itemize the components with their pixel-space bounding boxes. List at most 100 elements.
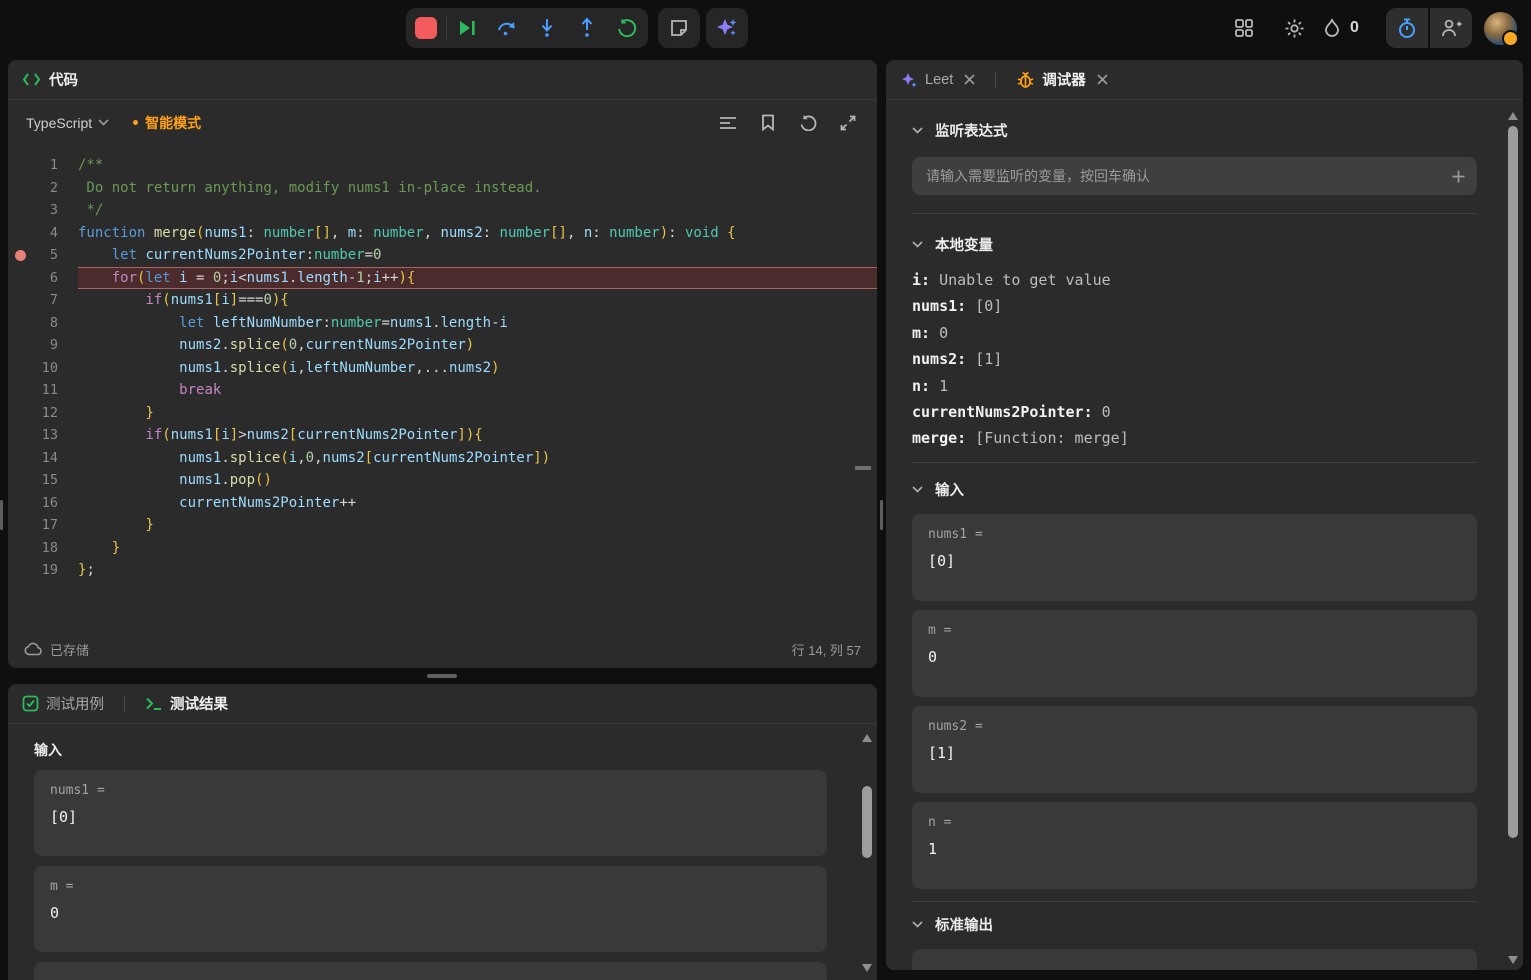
format-lines-icon xyxy=(719,116,737,130)
line-gutter[interactable]: 11 xyxy=(8,379,78,402)
layout-button[interactable] xyxy=(1224,8,1264,48)
line-gutter[interactable]: 2 xyxy=(8,177,78,200)
panel-split-handle[interactable] xyxy=(880,500,883,530)
close-icon[interactable] xyxy=(964,74,975,85)
code-line-19[interactable]: 19}; xyxy=(8,559,877,582)
local-variable-m[interactable]: m: 0 xyxy=(912,320,1477,346)
line-gutter[interactable]: 1 xyxy=(8,154,78,177)
code-line-18[interactable]: 18 } xyxy=(8,537,877,560)
tab-testcases[interactable]: 测试用例 xyxy=(22,693,104,714)
breakpoint-dot[interactable] xyxy=(8,250,32,261)
notes-button[interactable] xyxy=(658,8,700,48)
invite-button[interactable] xyxy=(1430,8,1472,48)
code-line-4[interactable]: 4function merge(nums1: number[], m: numb… xyxy=(8,222,877,245)
reset-code-button[interactable] xyxy=(791,107,825,139)
io-card[interactable]: nums1 =[0] xyxy=(34,770,827,856)
left-edge-handle[interactable] xyxy=(0,500,3,530)
format-button[interactable] xyxy=(711,107,745,139)
line-gutter[interactable]: 4 xyxy=(8,222,78,245)
line-gutter[interactable]: 15 xyxy=(8,469,78,492)
test-scrollbar[interactable] xyxy=(861,734,873,972)
ai-assistant-button[interactable] xyxy=(706,8,748,48)
stop-button[interactable] xyxy=(406,8,446,48)
scroll-down-icon[interactable] xyxy=(1508,956,1518,964)
code-line-3[interactable]: 3 */ xyxy=(8,199,877,222)
step-out-button[interactable] xyxy=(567,8,607,48)
code-line-2[interactable]: 2 Do not return anything, modify nums1 i… xyxy=(8,177,877,200)
expand-button[interactable] xyxy=(831,107,865,139)
bookmark-button[interactable] xyxy=(751,107,785,139)
scroll-up-icon[interactable] xyxy=(862,734,872,742)
code-line-16[interactable]: 16 currentNums2Pointer++ xyxy=(8,492,877,515)
line-gutter[interactable]: 6 xyxy=(8,267,78,290)
test-card-partial[interactable] xyxy=(34,962,827,980)
scroll-down-icon[interactable] xyxy=(862,964,872,972)
line-gutter[interactable]: 17 xyxy=(8,514,78,537)
line-gutter[interactable]: 9 xyxy=(8,334,78,357)
language-selector[interactable]: TypeScript xyxy=(20,111,115,135)
code-line-14[interactable]: 14 nums1.splice(i,0,nums2[currentNums2Po… xyxy=(8,447,877,470)
code-line-8[interactable]: 8 let leftNumNumber:number=nums1.length-… xyxy=(8,312,877,335)
line-gutter[interactable]: 12 xyxy=(8,402,78,425)
local-variable-currentNums2Pointer[interactable]: currentNums2Pointer: 0 xyxy=(912,399,1477,425)
code-editor[interactable]: 1/**2 Do not return anything, modify num… xyxy=(8,145,877,630)
smart-mode-toggle[interactable]: 智能模式 xyxy=(133,113,201,133)
vertical-resize-handle[interactable] xyxy=(427,674,457,678)
avatar[interactable] xyxy=(1484,12,1517,45)
line-gutter[interactable]: 14 xyxy=(8,447,78,470)
inputs-section-header[interactable]: 输入 xyxy=(912,479,1477,500)
code-line-5[interactable]: 5 let currentNums2Pointer:number=0 xyxy=(8,244,877,267)
code-line-11[interactable]: 11 break xyxy=(8,379,877,402)
tab-leet[interactable]: Leet xyxy=(900,71,975,89)
code-line-6[interactable]: 6 for(let i = 0;i<nums1.length-1;i++){ xyxy=(8,267,877,290)
settings-button[interactable] xyxy=(1274,8,1314,48)
io-card[interactable]: nums2 =[1] xyxy=(912,706,1477,793)
line-gutter[interactable]: 13 xyxy=(8,424,78,447)
code-line-10[interactable]: 10 nums1.splice(i,leftNumNumber,...nums2… xyxy=(8,357,877,380)
timer-button[interactable] xyxy=(1386,8,1428,48)
line-gutter[interactable]: 7 xyxy=(8,289,78,312)
scrollbar-thumb[interactable] xyxy=(862,786,872,858)
line-gutter[interactable]: 3 xyxy=(8,199,78,222)
close-icon[interactable] xyxy=(1097,74,1108,85)
watch-input[interactable] xyxy=(924,167,1452,185)
code-line-9[interactable]: 9 nums2.splice(0,currentNums2Pointer) xyxy=(8,334,877,357)
stdout-section-header[interactable]: 标准输出 xyxy=(912,914,1477,935)
scroll-up-icon[interactable] xyxy=(1508,112,1518,120)
local-variable-merge[interactable]: merge: [Function: merge] xyxy=(912,425,1477,451)
line-gutter[interactable]: 5 xyxy=(8,244,78,267)
continue-button[interactable] xyxy=(447,8,487,48)
streak-counter[interactable]: 0 xyxy=(1322,8,1359,48)
line-gutter[interactable]: 18 xyxy=(8,537,78,560)
code-line-7[interactable]: 7 if(nums1[i]===0){ xyxy=(8,289,877,312)
io-card[interactable]: m =0 xyxy=(912,610,1477,697)
code-line-13[interactable]: 13 if(nums1[i]>nums2[currentNums2Pointer… xyxy=(8,424,877,447)
tab-debugger[interactable]: 调试器 xyxy=(1016,69,1108,90)
code-line-15[interactable]: 15 nums1.pop() xyxy=(8,469,877,492)
io-card[interactable]: n =1 xyxy=(912,802,1477,889)
line-gutter[interactable]: 8 xyxy=(8,312,78,335)
code-line-12[interactable]: 12 } xyxy=(8,402,877,425)
local-variable-n[interactable]: n: 1 xyxy=(912,373,1477,399)
local-variable-nums2[interactable]: nums2: [1] xyxy=(912,346,1477,372)
editor-scrollbar-thumb[interactable] xyxy=(855,466,871,470)
step-over-button[interactable] xyxy=(487,8,527,48)
io-card[interactable]: m =0 xyxy=(34,866,827,952)
line-gutter[interactable]: 16 xyxy=(8,492,78,515)
io-card[interactable]: nums1 =[0] xyxy=(912,514,1477,601)
line-gutter[interactable]: 10 xyxy=(8,357,78,380)
step-into-icon xyxy=(536,17,558,39)
step-into-button[interactable] xyxy=(527,8,567,48)
code-line-1[interactable]: 1/** xyxy=(8,154,877,177)
locals-section-header[interactable]: 本地变量 xyxy=(912,234,1477,255)
tab-testresult[interactable]: 测试结果 xyxy=(145,693,228,714)
line-gutter[interactable]: 19 xyxy=(8,559,78,582)
debugger-scrollbar[interactable] xyxy=(1507,112,1519,964)
local-variable-nums1[interactable]: nums1: [0] xyxy=(912,293,1477,319)
restart-button[interactable] xyxy=(607,8,647,48)
plus-icon[interactable] xyxy=(1452,170,1465,183)
watch-section-header[interactable]: 监听表达式 xyxy=(912,120,1477,141)
scrollbar-thumb[interactable] xyxy=(1508,126,1518,838)
code-line-17[interactable]: 17 } xyxy=(8,514,877,537)
local-variable-i[interactable]: i: Unable to get value xyxy=(912,267,1477,293)
